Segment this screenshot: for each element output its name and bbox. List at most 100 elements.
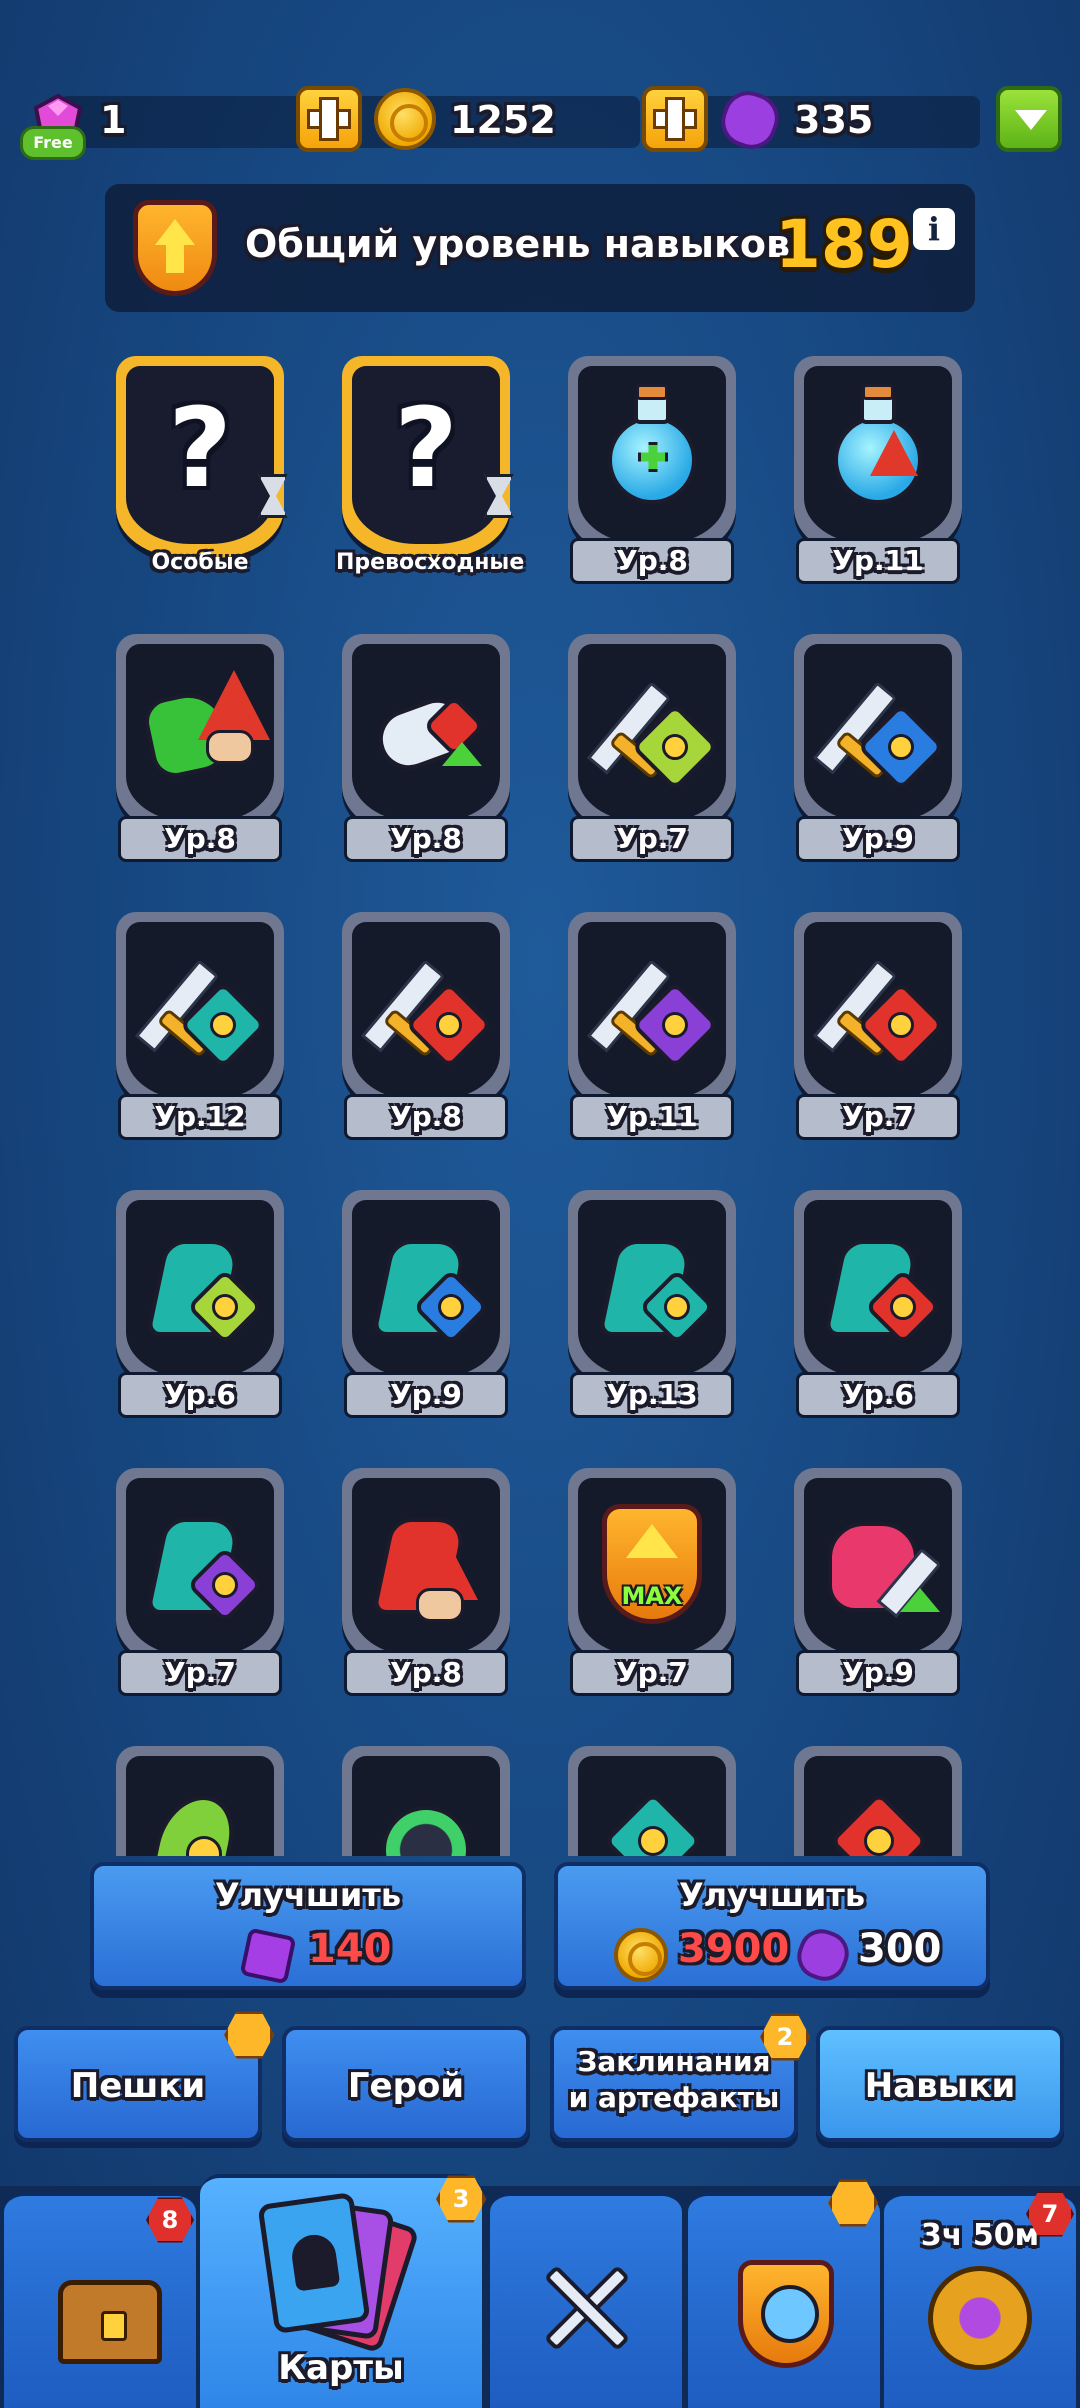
skill-icon [804,644,952,822]
free-badge[interactable]: Free [20,126,86,160]
skill-card[interactable] [110,1746,290,1856]
skill-card[interactable]: Ур.9 [336,1190,516,1430]
skill-card[interactable]: Ур.6 [788,1190,968,1430]
skill-card[interactable]: Ур.8 [336,912,516,1152]
skill-card[interactable]: Ур.7 [110,1468,290,1708]
skill-icon [804,922,952,1100]
skill-icon: ? [394,384,458,512]
skill-card[interactable]: Ур.8 [562,356,742,596]
skill-icon [804,366,952,544]
skill-icon [352,922,500,1100]
skill-icon: ? [168,384,232,512]
skill-card[interactable]: Ур.7 [562,634,742,874]
skill-card[interactable]: ? Превосходные [336,356,525,596]
max-label: MAX [621,1582,683,1610]
skill-level-title: Общий уровень навыков [245,222,790,266]
buy-tokens-button[interactable] [642,86,708,152]
skill-card[interactable]: Ур.12 [110,912,290,1152]
skill-icon [804,1200,952,1378]
tab-label-line1: Заклинания [577,2045,771,2078]
upgrade-label: Улучшить [214,1876,402,1914]
skill-caption: Особые [151,550,249,575]
tab-spells-artifacts[interactable]: Заклинания и артефакты [550,2026,798,2142]
skill-level-label: Ур.7 [796,1094,960,1140]
skill-icon [804,1756,952,1856]
skill-icon [126,1756,274,1856]
skill-card[interactable]: Ур.8 [336,634,516,874]
skill-level-label: Ур.7 [118,1650,282,1696]
skill-icon [126,644,274,822]
skill-level-label: Ур.12 [118,1094,282,1140]
tab-label-line2: и артефакты [568,2081,780,2114]
info-button[interactable]: i [913,208,955,250]
skill-card[interactable]: MAX Ур.7 [562,1468,742,1708]
gems-count: 1 [100,98,127,142]
skill-level-banner: Общий уровень навыков 189 i [105,184,975,312]
cards-icon [257,2191,420,2354]
skill-card[interactable]: Ур.8 [336,1468,516,1708]
buy-coins-button[interactable] [296,86,362,152]
tab-pawns[interactable]: Пешки [14,2026,262,2142]
crossed-swords-icon [534,2256,638,2360]
gems-stripe [60,96,320,148]
coin-icon [374,88,436,150]
skill-card[interactable]: Ур.11 [562,912,742,1152]
upgrade-label: Улучшить [678,1876,866,1914]
skill-card[interactable] [562,1746,742,1856]
skill-icon [352,1478,500,1656]
skill-card[interactable]: Ур.9 [788,1468,968,1708]
skill-level-label: Ур.7 [570,1650,734,1696]
skill-card[interactable]: Ур.6 [110,1190,290,1430]
coins-count: 1252 [450,98,556,142]
gem-icon [239,1927,297,1985]
skill-level-label: Ур.11 [570,1094,734,1140]
tab-hero[interactable]: Герой [282,2026,530,2142]
season-trophy-icon [928,2266,1032,2370]
tokens-count: 335 [794,98,874,142]
skill-card[interactable]: Ур.9 [788,634,968,874]
skill-level-label: Ур.13 [570,1372,734,1418]
skill-level-label: Ур.8 [570,538,734,584]
skill-icon [578,644,726,822]
skill-level-label: Ур.6 [796,1372,960,1418]
skill-icon [578,922,726,1100]
chest-icon [58,2280,162,2364]
dropdown-menu-button[interactable] [996,86,1062,152]
skill-level-label: Ур.8 [344,1094,508,1140]
token-icon [790,1922,856,1988]
upgrade-coins-button[interactable]: Улучшить 3900 300 [554,1862,990,1990]
tab-label: Герой [347,2066,465,2106]
skill-icon [126,1200,274,1378]
bottom-nav: 8 Карты 3 3ч 50м 7 [0,2174,1080,2408]
skill-icon [804,1478,952,1656]
skill-card[interactable]: Ур.11 [788,356,968,596]
skill-card[interactable]: Ур.13 [562,1190,742,1430]
skill-card[interactable]: Ур.8 [110,634,290,874]
skill-level-label: Ур.9 [796,1650,960,1696]
tab-label: Заклинания и артефакты [554,2044,794,2116]
skill-icon [352,1200,500,1378]
coin-icon [614,1928,668,1982]
skill-level-label: Ур.6 [118,1372,282,1418]
skill-icon [126,1478,274,1656]
nav-battle[interactable] [490,2192,682,2408]
upgrade-gems-button[interactable]: Улучшить 140 [90,1862,526,1990]
tab-label: Навыки [864,2066,1016,2106]
skill-icon [578,1756,726,1856]
skill-icon: MAX [578,1478,726,1656]
currency-bar: Free 1 1252 335 [0,84,1080,160]
skill-caption: Превосходные [336,550,525,575]
upgrade-token-cost: 300 [858,1926,942,1972]
tab-skills[interactable]: Навыки [816,2026,1064,2142]
upgrade-coin-cost: 3900 [678,1926,790,1972]
nav-cards[interactable]: Карты [200,2174,482,2408]
skill-card[interactable] [336,1746,516,1856]
skill-level-label: Ур.7 [570,816,734,862]
skill-level-value: 189 [775,206,913,283]
skill-card[interactable]: Ур.7 [788,912,968,1152]
skill-icon [352,1756,500,1856]
skill-card[interactable]: ? Особые [110,356,290,596]
skill-level-label: Ур.8 [344,816,508,862]
skill-card[interactable] [788,1746,968,1856]
clan-shield-icon [738,2260,834,2368]
